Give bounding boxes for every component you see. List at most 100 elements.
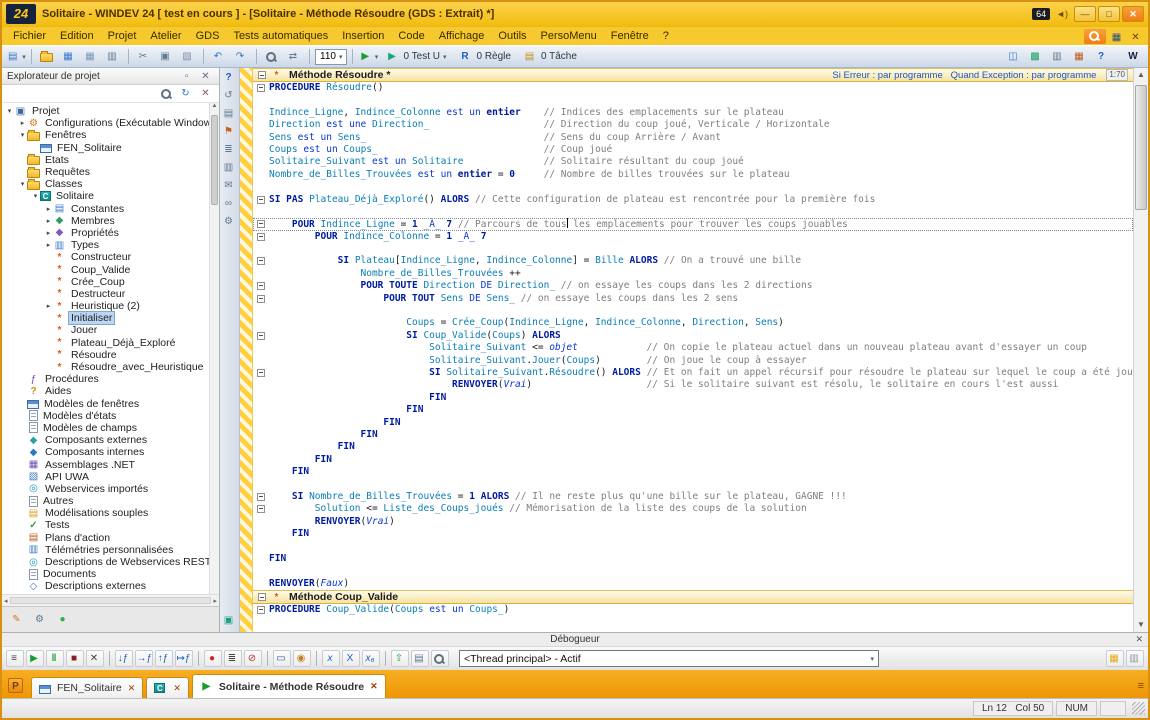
code-line[interactable]: [253, 565, 1133, 577]
test-unit-button[interactable]: ▶0 Test U▾: [380, 47, 451, 66]
fold-marker-icon[interactable]: [257, 606, 265, 614]
code-line[interactable]: SI Plateau[Indince_Ligne, Indince_Colonn…: [253, 255, 1133, 267]
menu-item-6[interactable]: Insertion: [335, 28, 391, 44]
code-line[interactable]: PROCÉDURE Résoudre(): [253, 82, 1133, 94]
fold-marker-icon[interactable]: [257, 369, 265, 377]
code-line[interactable]: [253, 479, 1133, 491]
step-out-button[interactable]: ↑ƒ: [155, 650, 173, 667]
code-line[interactable]: SI Nombre_de_Billes_Trouvées = 1 ALORS /…: [253, 491, 1133, 503]
tasks-button[interactable]: ▤0 Tâche: [518, 47, 582, 66]
code-line[interactable]: [253, 181, 1133, 193]
thread-selector[interactable]: <Thread principal> - Actif▾: [459, 650, 879, 667]
dbg-pause-button[interactable]: ‖: [46, 650, 64, 667]
refresh-icon[interactable]: ↻: [179, 88, 192, 100]
menu-item-12[interactable]: ?: [656, 28, 676, 44]
project-tab-icon[interactable]: P: [8, 678, 23, 693]
dbg-detach-button[interactable]: ✕: [86, 650, 104, 667]
code-line[interactable]: [253, 243, 1133, 255]
sound-icon[interactable]: ◄): [1056, 9, 1068, 19]
collapse-section-icon[interactable]: [258, 593, 266, 601]
code-line[interactable]: Coups = Crée_Coup(Indince_Ligne, Indince…: [253, 317, 1133, 329]
menu-item-11[interactable]: Fenêtre: [604, 28, 656, 44]
settings-button[interactable]: ⚙: [33, 614, 46, 625]
tree-scrollbar[interactable]: ▲: [209, 103, 219, 594]
fold-marker-icon[interactable]: [257, 493, 265, 501]
tree-item[interactable]: *Résoudre_avec_Heuristique: [2, 361, 219, 373]
search-debug-button[interactable]: [431, 650, 449, 667]
dbg-stop-button[interactable]: ■: [66, 650, 84, 667]
replace-button[interactable]: ⇄: [284, 47, 304, 66]
tab-overflow-icon[interactable]: ≡: [1138, 680, 1144, 692]
code-line[interactable]: FIN: [253, 454, 1133, 466]
code-line[interactable]: RENVOYER(Vrai): [253, 516, 1133, 528]
code-line[interactable]: [253, 206, 1133, 218]
collapse-arrow-icon[interactable]: ▸: [44, 205, 53, 213]
menu-item-5[interactable]: Tests automatiques: [226, 28, 335, 44]
tree-scrollbar-thumb[interactable]: [211, 115, 218, 205]
code-line[interactable]: POUR TOUT Sens DE Sens_ // on essaye les…: [253, 293, 1133, 305]
undo-button[interactable]: ↶: [209, 47, 229, 66]
document-tab-1[interactable]: C✕: [146, 677, 189, 698]
trace-button[interactable]: ◉: [293, 650, 311, 667]
debugger-toggle-button[interactable]: ▣: [222, 615, 235, 626]
close-explorer-icon[interactable]: ✕: [199, 71, 212, 82]
redo-button[interactable]: ↷: [231, 47, 251, 66]
collapse-arrow-icon[interactable]: ▸: [18, 119, 27, 127]
close-tab-icon[interactable]: ✕: [128, 683, 136, 694]
collapse-arrow-icon[interactable]: ▸: [44, 229, 53, 237]
fold-marker-icon[interactable]: [257, 233, 265, 241]
paste-button[interactable]: ▧: [178, 47, 198, 66]
save-all-button[interactable]: ▦: [81, 47, 101, 66]
bookmark-strip-button[interactable]: ⚑: [222, 126, 235, 137]
close-button[interactable]: ✕: [1122, 6, 1144, 22]
collapse-section-icon[interactable]: [258, 71, 266, 79]
menu-item-10[interactable]: PersoMenu: [534, 28, 604, 44]
code-line[interactable]: [253, 94, 1133, 106]
code-line[interactable]: RENVOYER(Faux): [253, 578, 1133, 590]
help-strip-button[interactable]: ?: [222, 72, 235, 83]
code-line[interactable]: SI PAS Plateau_Déjà_Exploré() ALORS // C…: [253, 194, 1133, 206]
fold-marker-icon[interactable]: [257, 196, 265, 204]
expressions-button[interactable]: X: [342, 650, 360, 667]
tree-item[interactable]: *Initialiser: [2, 312, 219, 324]
hex-view-button[interactable]: ▥: [1126, 650, 1144, 667]
search-filter-icon[interactable]: [160, 88, 172, 100]
windev-logo[interactable]: W: [1124, 47, 1144, 66]
close-tab-icon[interactable]: ✕: [173, 683, 181, 694]
code-line[interactable]: Solution <= Liste_des_Coups_joués // Mém…: [253, 503, 1133, 515]
expand-arrow-icon[interactable]: ▾: [5, 107, 14, 115]
watch-variable-button[interactable]: x: [322, 650, 340, 667]
menu-item-9[interactable]: Outils: [491, 28, 533, 44]
code-line[interactable]: [253, 305, 1133, 317]
save-button[interactable]: ▦: [59, 47, 79, 66]
tree-item[interactable]: FEN_Solitaire: [2, 142, 219, 154]
code-line[interactable]: FIN: [253, 429, 1133, 441]
scroll-up-icon[interactable]: ▲: [1134, 68, 1148, 82]
editor-scrollbar-thumb[interactable]: [1135, 85, 1147, 210]
close-tab-icon[interactable]: ✕: [370, 681, 378, 692]
resize-grip[interactable]: [1132, 702, 1145, 715]
tree-item[interactable]: ◇Descriptions externes: [2, 580, 219, 592]
doc-strip-button[interactable]: ▥: [222, 162, 235, 173]
layout-button[interactable]: ▥: [1048, 47, 1068, 66]
code-line[interactable]: Coups est un Coups_ // Coup joué: [253, 144, 1133, 156]
code-line[interactable]: FIN: [253, 553, 1133, 565]
code-area[interactable]: *Méthode Résoudre *Si Erreur : par progr…: [253, 68, 1133, 632]
dashboard-button[interactable]: ▦: [1110, 27, 1125, 45]
menu-item-2[interactable]: Projet: [101, 28, 144, 44]
code-line[interactable]: POUR Indince_Ligne = 1 _À_ 7 // Parcours…: [253, 218, 1133, 230]
code-line[interactable]: SI Coup_Valide(Coups) ALORS: [253, 330, 1133, 342]
print-button[interactable]: ▥: [103, 47, 123, 66]
copy-button[interactable]: ▣: [156, 47, 176, 66]
menu-item-8[interactable]: Affichage: [432, 28, 492, 44]
menu-item-4[interactable]: GDS: [189, 28, 227, 44]
code-line[interactable]: Solitaire_Suivant <= objet // On copie l…: [253, 342, 1133, 354]
tree-horizontal-scrollbar[interactable]: ◂ ▸: [2, 594, 219, 606]
list-strip-button[interactable]: ≣: [222, 144, 235, 155]
link-strip-button[interactable]: ∞: [222, 198, 235, 209]
scroll-right-icon[interactable]: ▸: [213, 597, 217, 605]
tree-item[interactable]: ▸⚙Configurations (Exécutable Windows 64 …: [2, 117, 219, 129]
menu-close-button[interactable]: ✕: [1129, 27, 1144, 45]
breakpoint-button[interactable]: ●: [204, 650, 222, 667]
locals-button[interactable]: x₆: [362, 650, 380, 667]
